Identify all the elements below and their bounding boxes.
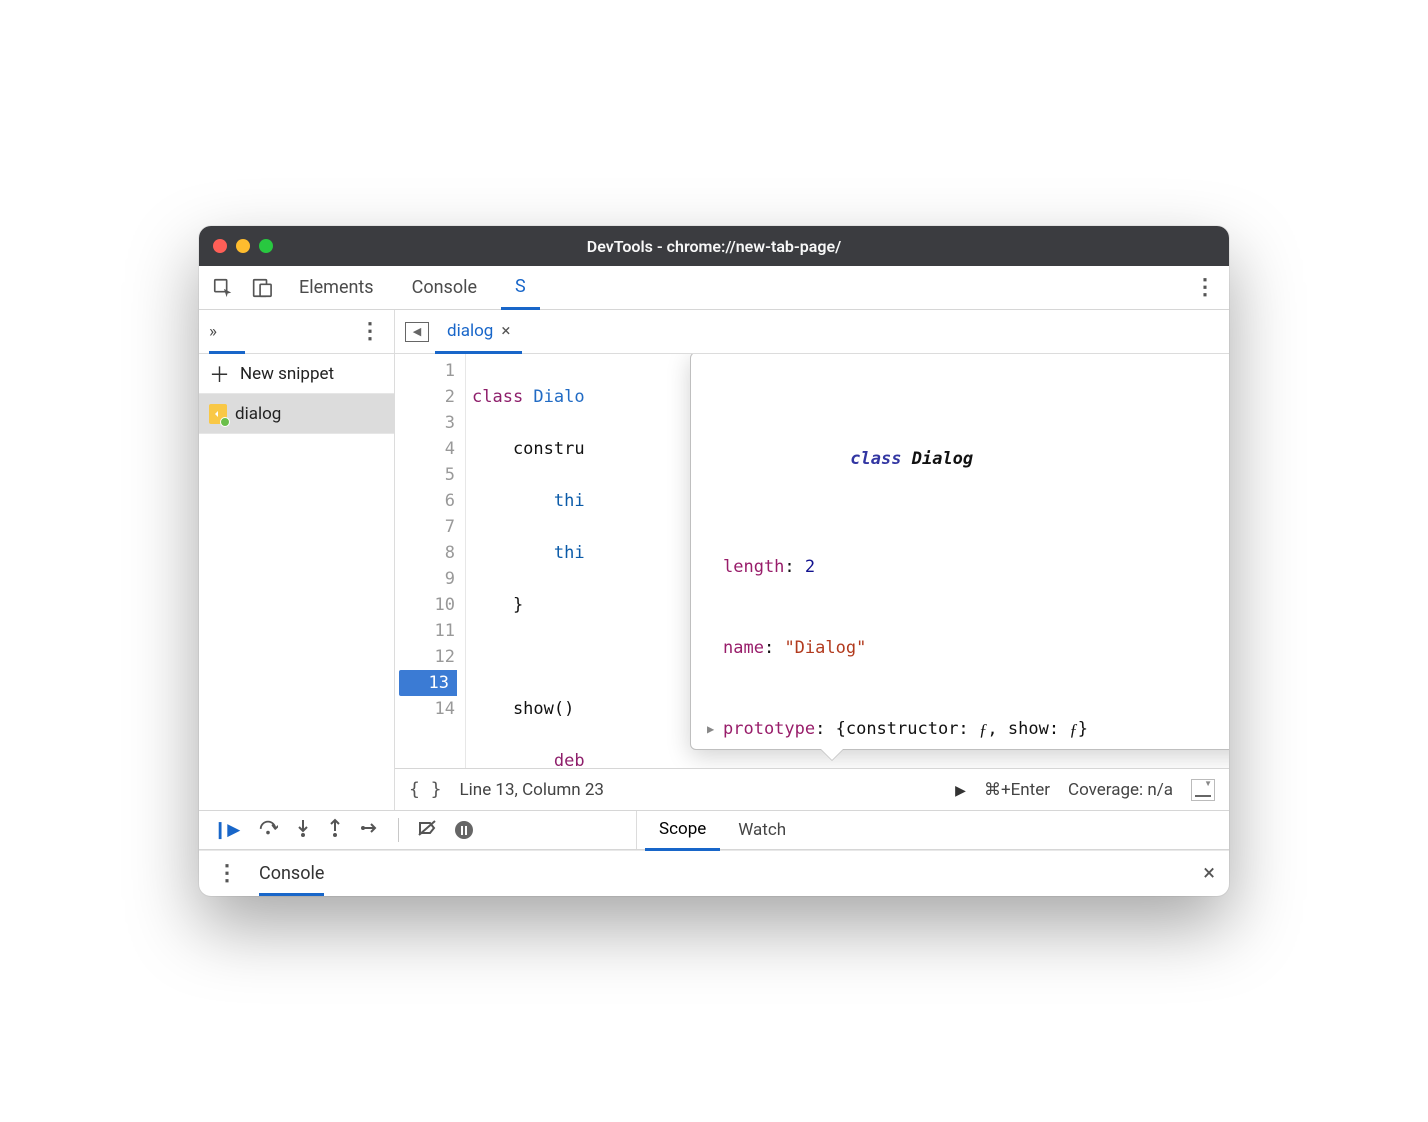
close-tab-icon[interactable]: × bbox=[501, 321, 510, 341]
step-over-icon[interactable] bbox=[258, 819, 278, 842]
keyword-class: class bbox=[472, 387, 533, 407]
coverage-dropdown-icon[interactable] bbox=[1191, 779, 1215, 801]
more-options-icon[interactable] bbox=[1191, 274, 1219, 302]
tab-watch[interactable]: Watch bbox=[724, 810, 800, 850]
step-icon[interactable] bbox=[360, 820, 380, 841]
drawer-options-icon[interactable] bbox=[213, 860, 241, 888]
inspect-element-icon[interactable] bbox=[209, 274, 237, 302]
minimize-window-icon[interactable] bbox=[236, 239, 250, 253]
keyword-this: thi bbox=[554, 543, 585, 563]
line-number: 3 bbox=[395, 410, 455, 436]
close-window-icon[interactable] bbox=[213, 239, 227, 253]
navigator-tabs: » bbox=[199, 310, 394, 354]
navigator-active-underline bbox=[209, 351, 245, 354]
navigator-more-icon[interactable]: » bbox=[209, 322, 217, 342]
zoom-window-icon[interactable] bbox=[259, 239, 273, 253]
editor-tab-label: dialog bbox=[447, 321, 493, 341]
line-number: 1 bbox=[395, 358, 455, 384]
navigator-toggle-icon[interactable]: ◀ bbox=[405, 322, 429, 342]
panel-body: » ＋ New snippet dialog ◀ dialog bbox=[199, 310, 1229, 810]
code-area[interactable]: 1 2 3 4 5 6 7 8 9 10 11 12 13 14 class D… bbox=[395, 354, 1229, 768]
tab-console[interactable]: Console bbox=[398, 266, 491, 310]
sources-navigator: » ＋ New snippet dialog bbox=[199, 310, 395, 810]
code-content[interactable]: class Dialo constru thi thi } show() deb… bbox=[465, 354, 1229, 768]
debugger-toolbar: ❙▶ Scope Watch bbox=[199, 810, 1229, 850]
popover-prototype-row[interactable]: ▶prototype: {constructor: ƒ, show: ƒ} bbox=[707, 716, 1229, 743]
resume-icon[interactable]: ❙▶ bbox=[213, 820, 240, 840]
close-drawer-icon[interactable]: × bbox=[1203, 861, 1215, 886]
line-number: 10 bbox=[395, 592, 455, 618]
code-editor: ◀ dialog × 1 2 3 4 5 6 7 8 9 10 bbox=[395, 310, 1229, 810]
titlebar: DevTools - chrome://new-tab-page/ bbox=[199, 226, 1229, 266]
navigator-options-icon[interactable] bbox=[356, 318, 384, 346]
editor-tabbar: ◀ dialog × bbox=[395, 310, 1229, 354]
classname: Dialo bbox=[533, 387, 584, 407]
line-number: 12 bbox=[395, 644, 455, 670]
pause-on-exceptions-icon[interactable] bbox=[455, 821, 473, 839]
main-tabbar: Elements Console S bbox=[199, 266, 1229, 310]
console-drawer: Console × bbox=[199, 850, 1229, 896]
popover-header: class Dialog bbox=[707, 419, 1229, 500]
line-number: 11 bbox=[395, 618, 455, 644]
plus-icon: ＋ bbox=[209, 359, 230, 389]
line-number: 14 bbox=[395, 696, 455, 722]
snippet-item-dialog[interactable]: dialog bbox=[199, 394, 394, 434]
new-snippet-label: New snippet bbox=[240, 364, 334, 384]
object-popover[interactable]: class Dialog ▶length: 2 ▶name: "Dialog" … bbox=[690, 354, 1229, 750]
line-number: 5 bbox=[395, 462, 455, 488]
snippet-item-label: dialog bbox=[235, 404, 281, 424]
window-title: DevTools - chrome://new-tab-page/ bbox=[199, 237, 1229, 256]
devtools-window: DevTools - chrome://new-tab-page/ Elemen… bbox=[199, 226, 1229, 896]
cursor-position: Line 13, Column 23 bbox=[460, 780, 604, 800]
new-snippet-button[interactable]: ＋ New snippet bbox=[199, 354, 394, 394]
line-gutter: 1 2 3 4 5 6 7 8 9 10 11 12 13 14 bbox=[395, 354, 465, 768]
editor-statusbar: { } Line 13, Column 23 ⌘+Enter Coverage:… bbox=[395, 768, 1229, 810]
line-number: 4 bbox=[395, 436, 455, 462]
run-hint: ⌘+Enter bbox=[984, 780, 1050, 800]
snippet-file-icon bbox=[209, 404, 227, 424]
run-snippet-icon[interactable] bbox=[955, 780, 966, 800]
tab-sources[interactable]: S bbox=[501, 266, 540, 310]
coverage-label: Coverage: n/a bbox=[1068, 780, 1173, 800]
tab-elements[interactable]: Elements bbox=[285, 266, 388, 310]
line-number: 8 bbox=[395, 540, 455, 566]
line-number: 9 bbox=[395, 566, 455, 592]
window-controls bbox=[213, 239, 273, 253]
editor-tab-dialog[interactable]: dialog × bbox=[435, 310, 522, 354]
divider bbox=[398, 818, 399, 842]
keyword-this: thi bbox=[554, 491, 585, 511]
tab-scope[interactable]: Scope bbox=[645, 811, 720, 851]
scope-watch-tabs: Scope Watch bbox=[637, 811, 800, 849]
line-number: 6 bbox=[395, 488, 455, 514]
device-toolbar-icon[interactable] bbox=[247, 274, 275, 302]
step-into-icon[interactable] bbox=[296, 818, 310, 843]
deactivate-breakpoints-icon[interactable] bbox=[417, 819, 437, 842]
pretty-print-icon[interactable]: { } bbox=[409, 779, 442, 800]
drawer-tab-console[interactable]: Console bbox=[259, 863, 324, 896]
step-out-icon[interactable] bbox=[328, 818, 342, 843]
line-number-current: 13 bbox=[399, 670, 457, 696]
expand-icon[interactable]: ▶ bbox=[707, 716, 723, 743]
line-number: 7 bbox=[395, 514, 455, 540]
keyword-debugger: deb bbox=[554, 751, 585, 768]
line-number: 2 bbox=[395, 384, 455, 410]
